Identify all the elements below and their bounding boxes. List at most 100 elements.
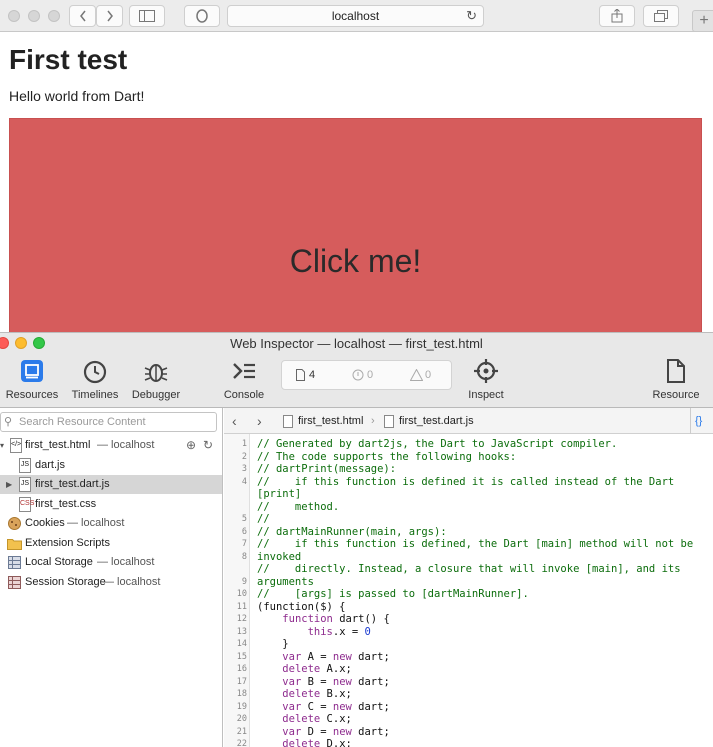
- html-file-icon: [283, 415, 293, 428]
- back-icon[interactable]: ‹: [232, 408, 237, 434]
- code-text: // method.: [257, 500, 340, 513]
- format-source-button[interactable]: {}: [690, 408, 702, 434]
- tree-item-first-test-html[interactable]: ▾ </> first_test.html — localhost ⊕ ↻: [0, 436, 222, 455]
- tab-debugger[interactable]: Debugger: [128, 358, 184, 401]
- code-text: function dart() {: [282, 613, 390, 625]
- click-me-button[interactable]: Click me!: [9, 118, 702, 343]
- code-text: // [args] is passed to [dartMainRunner].: [257, 588, 529, 600]
- folder-icon: [7, 539, 22, 550]
- line-number: 8: [241, 551, 247, 562]
- chevron-left-icon: [79, 10, 86, 22]
- tree-item-host: — localhost: [67, 517, 125, 529]
- tree-item-dart-js[interactable]: JS dart.js: [0, 456, 222, 475]
- code-text: delete C.x;: [282, 713, 352, 725]
- sidebar-toggle-button[interactable]: [129, 5, 165, 27]
- search-resource-input[interactable]: ⚲ Search Resource Content: [0, 412, 217, 432]
- line-number: 10: [236, 589, 247, 599]
- tree-item-label: Extension Scripts: [25, 537, 110, 549]
- code-text: // The code supports the following hooks…: [257, 450, 517, 463]
- breadcrumb-html[interactable]: first_test.html: [298, 408, 363, 434]
- line-number: 12: [236, 614, 247, 624]
- inspect-label: Inspect: [468, 389, 504, 401]
- forward-icon[interactable]: ›: [257, 408, 262, 434]
- resource-document-icon: [667, 359, 685, 383]
- privacy-report-button[interactable]: [184, 5, 220, 27]
- url-text: localhost: [331, 9, 380, 23]
- breadcrumb-js[interactable]: first_test.dart.js: [399, 408, 474, 434]
- activity-dashboard[interactable]: 4 0 0: [281, 360, 452, 390]
- minimize-inspector-button[interactable]: [15, 337, 27, 349]
- tab-console[interactable]: Console: [216, 358, 272, 401]
- line-number: 22: [236, 739, 247, 747]
- tree-item-host: — localhost: [97, 556, 155, 568]
- resource-label: Resource: [652, 389, 700, 401]
- line-number: 13: [236, 626, 247, 637]
- code-text: var C = new dart;: [282, 700, 390, 713]
- minimize-window-button[interactable]: [28, 10, 40, 22]
- close-window-button[interactable]: [8, 10, 20, 22]
- reload-icon[interactable]: ↻: [203, 436, 213, 455]
- line-number: 1: [241, 439, 247, 449]
- tree-item-local-storage[interactable]: Local Storage — localhost: [0, 553, 222, 572]
- line-number: 9: [241, 576, 247, 587]
- line-number: 16: [236, 664, 247, 674]
- tree-item-host: — localhost: [97, 439, 155, 451]
- code-text: // if this function is defined it is cal…: [257, 475, 675, 488]
- crosshair-icon: [474, 359, 498, 383]
- line-number: 15: [236, 651, 247, 662]
- tree-item-label: first_test.dart.js: [35, 478, 110, 490]
- address-bar[interactable]: localhost ↻: [227, 5, 484, 27]
- bug-icon: [144, 364, 168, 382]
- editor-navigation-bar: ‹ › first_test.html › first_test.dart.js…: [224, 408, 713, 434]
- tree-item-host: — localhost: [103, 576, 161, 588]
- forward-button[interactable]: [96, 5, 123, 27]
- reload-icon[interactable]: ↻: [466, 6, 477, 26]
- tree-item-cookies[interactable]: Cookies — localhost: [0, 514, 222, 533]
- tree-item-first-test-css[interactable]: CSS first_test.css: [0, 495, 222, 514]
- code-text: this.x = 0: [307, 625, 371, 638]
- warning-icon: [410, 369, 423, 381]
- tree-item-label: Local Storage: [25, 556, 93, 568]
- cookie-icon: [8, 517, 21, 530]
- chevron-right-icon: [106, 10, 113, 22]
- share-button[interactable]: [599, 5, 635, 27]
- line-number: 6: [241, 526, 247, 537]
- resources-icon: [21, 360, 43, 382]
- line-number: 21: [236, 726, 247, 737]
- resource-details-button[interactable]: Resource: [648, 358, 704, 401]
- download-icon[interactable]: ⊕: [186, 436, 196, 455]
- back-button[interactable]: [69, 5, 96, 27]
- tree-item-session-storage[interactable]: Session Storage — localhost: [0, 573, 222, 592]
- inspector-title-bar: Web Inspector — localhost — first_test.h…: [0, 332, 713, 354]
- inspect-button[interactable]: Inspect: [458, 358, 514, 401]
- code-text: invoked: [257, 550, 302, 563]
- code-text: delete D.x;: [282, 738, 352, 747]
- tab-timelines[interactable]: Timelines: [67, 358, 123, 401]
- zoom-window-button[interactable]: [48, 10, 60, 22]
- code-text: // dartMainRunner(main, args):: [257, 525, 447, 538]
- tree-item-first-test-dart-js[interactable]: ▶ JS first_test.dart.js: [0, 475, 222, 494]
- page-text: Hello world from Dart!: [9, 88, 145, 104]
- tab-resources[interactable]: Resources: [4, 358, 60, 401]
- warnings-count: 0: [425, 369, 432, 381]
- inspector-toolbar: Resources Timelines Debugger Console 4 0…: [0, 354, 713, 408]
- search-placeholder: Search Resource Content: [19, 416, 146, 428]
- code-text: // Generated by dart2js, the Dart to Jav…: [257, 438, 618, 450]
- console-icon: [233, 363, 255, 379]
- tree-item-extension-scripts[interactable]: Extension Scripts: [0, 534, 222, 553]
- new-tab-button[interactable]: +: [692, 10, 713, 32]
- tree-item-label: Session Storage: [25, 576, 106, 588]
- error-icon: [352, 369, 364, 381]
- sidebar-icon: [139, 10, 155, 22]
- resources-count: 4: [309, 369, 316, 381]
- line-number: 18: [236, 689, 247, 699]
- click-me-label: Click me!: [289, 243, 422, 279]
- show-tabs-button[interactable]: [643, 5, 679, 27]
- search-icon: ⚲: [4, 416, 13, 428]
- code-text: var A = new dart;: [282, 650, 390, 663]
- line-number: 20: [236, 714, 247, 724]
- line-number: 14: [236, 639, 247, 649]
- line-number: 17: [236, 676, 247, 687]
- line-number: 19: [236, 701, 247, 712]
- zoom-inspector-button[interactable]: [33, 337, 45, 349]
